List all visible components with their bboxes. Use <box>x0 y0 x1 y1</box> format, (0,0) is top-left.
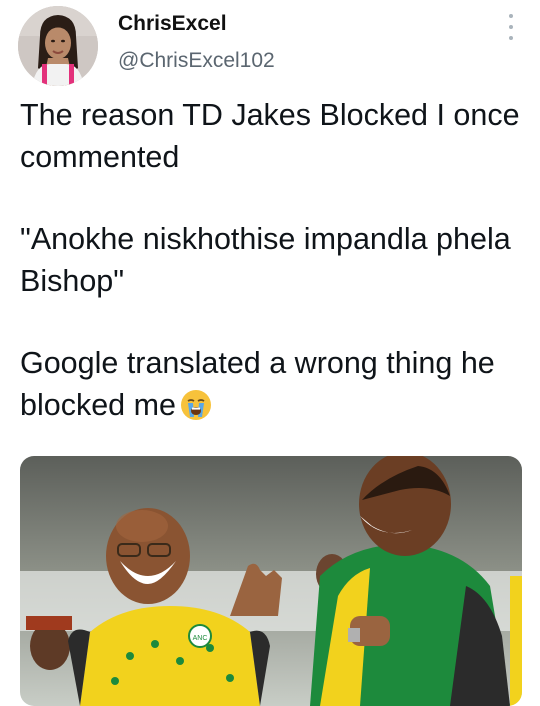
author-handle[interactable]: @ChrisExcel102 <box>118 49 275 73</box>
photo-two-men-laughing: ANC <box>20 456 522 706</box>
tweet-line-2: "Anokhe niskhothise impandla phela Bisho… <box>20 222 511 298</box>
badge-text: ANC <box>193 635 208 642</box>
loudly-crying-face-icon <box>180 389 212 432</box>
menu-dot <box>509 25 513 29</box>
author-display-name[interactable]: ChrisExcel <box>118 12 227 36</box>
author-avatar[interactable] <box>18 6 98 86</box>
tweet-text: The reason TD Jakes Blocked I once comme… <box>20 94 525 432</box>
tweet-line-3: Google translated a wrong thing he block… <box>20 342 525 432</box>
tweet-line-3-text: Google translated a wrong thing he block… <box>20 346 495 422</box>
menu-dot <box>509 36 513 40</box>
tweet-line-1: The reason TD Jakes Blocked I once comme… <box>20 98 520 174</box>
tweet-media-photo[interactable]: ANC <box>20 456 522 706</box>
avatar-photo <box>18 6 98 86</box>
menu-dot <box>509 14 513 18</box>
more-options-icon[interactable] <box>504 14 518 40</box>
